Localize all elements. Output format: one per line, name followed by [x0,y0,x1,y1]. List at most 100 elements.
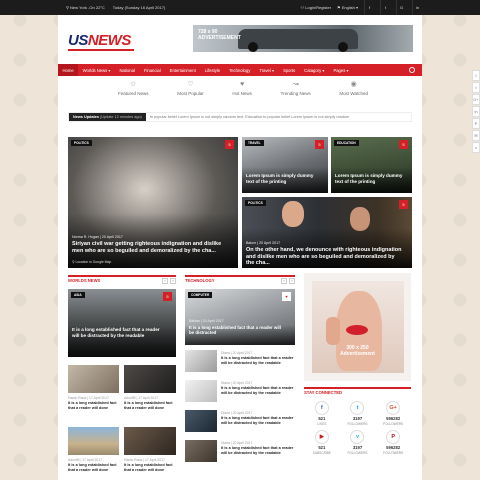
flag-badge: 5 [399,140,408,149]
category-badge[interactable]: POLITICS [245,200,266,206]
social-counters: f 521 LIKES t 3197 FOLLOWERS G+ 596282 FOLLOWE… [304,401,411,455]
nav-item-catagory[interactable]: Catagory ▾ [300,64,329,76]
next-arrow-icon[interactable]: › [170,277,176,284]
story-meta: Adonif5 | 17 April 2017 [68,458,103,462]
linkedin-icon[interactable]: in [412,0,422,15]
prev-arrow-icon[interactable]: ‹ [281,277,287,284]
twitter-icon: t [350,401,365,415]
story-title[interactable]: Lorem Ipsum is simply dummy text of the … [335,173,404,184]
worlds-feature-story[interactable]: ASIA 5 It is a long established fact tha… [68,289,176,357]
story-thumbnail[interactable] [68,427,119,455]
tab-most-watched[interactable]: ◉ Most Watched [339,81,368,103]
story-title[interactable]: It is a long established fact that a rea… [189,325,287,335]
heart-icon: ♥ [240,81,245,88]
tab-most-popular[interactable]: ♡ Most Popular [177,81,204,103]
location-text: ⚲ New York -On 22°C [66,5,105,10]
story-title[interactable]: On the other hand, we denounce with righ… [246,247,404,267]
hero-education-story[interactable]: EDUCATION 5 Lorem Ipsum is simply dummy … [331,137,412,193]
story-title[interactable]: It is a long established fact that a rea… [124,401,176,411]
nav-item-lifestyle[interactable]: Lifestyle [200,64,224,76]
ticker-label: News Updates (Update 12 minutes ago) [69,113,146,121]
facebook-share-icon[interactable]: f [472,70,480,81]
nav-item-technology[interactable]: Technology [225,64,255,76]
vimeo-share-icon[interactable]: v [472,142,480,153]
story-title[interactable]: It is a long established fact that a rea… [72,327,168,338]
social-vimeo[interactable]: v 3197 FOLLOWERS [340,430,376,455]
facebook-icon[interactable]: f [364,0,374,15]
site-logo[interactable]: USNEWS [68,32,134,51]
category-badge[interactable]: EDUCATION [334,140,359,146]
story-title[interactable]: It is a long established fact that a rea… [221,386,295,396]
story-thumbnail[interactable] [124,427,176,455]
nav-item-worlds-news[interactable]: Worlds News ▾ [78,64,115,76]
story-meta: Norma R. Hogan | 20 April 2017 [72,235,123,239]
nav-item-national[interactable]: National [115,64,139,76]
flag-badge: 5 [163,292,172,301]
story-thumbnail[interactable] [185,410,217,432]
search-icon[interactable] [409,67,415,73]
googleplus-icon: G+ [386,401,401,415]
story-title[interactable]: Lorem Ipsum is simply dummy text of the … [246,173,320,184]
top-advertisement[interactable]: 728 x 90 ADVERTISEMENT [193,25,413,52]
email-share-icon[interactable]: ✉ [472,130,480,141]
nav-item-entertainment[interactable]: Entertainment [165,64,200,76]
tab-trending-news[interactable]: ↝ Trending News [281,81,311,103]
linkedin-share-icon[interactable]: in [472,106,480,117]
story-title[interactable]: Siriyan civil war getting righteous indi… [72,241,230,254]
youtube-icon: ▶ [314,430,329,444]
social-youtube[interactable]: ▶ 521 SUBSCRIBE [304,430,340,455]
hero-politics-story[interactable]: POLITICS 5 Balum | 20 April 2017 On the … [242,197,412,268]
prev-arrow-icon[interactable]: ‹ [162,277,168,284]
pinterest-share-icon[interactable]: P [472,118,480,129]
next-arrow-icon[interactable]: › [289,277,295,284]
social-pinterest[interactable]: P 596282 FOLLOWERS [375,430,411,455]
story-thumbnail[interactable] [68,365,119,393]
nav-item-sports[interactable]: Sports [279,64,300,76]
twitter-icon[interactable]: t [380,0,390,15]
flag-badge: 5 [315,140,324,149]
nav-item-financial[interactable]: Financial [139,64,165,76]
social-facebook[interactable]: f 521 LIKES [304,401,340,426]
story-thumbnail[interactable] [185,440,217,462]
heart-icon[interactable]: ♥ [282,292,291,301]
location-link[interactable]: ⚲ Location in Google Map [72,260,111,264]
pinterest-icon: P [386,430,401,444]
googleplus-share-icon[interactable]: G+ [472,94,480,105]
tab-hot-news[interactable]: ♥ Hot News [232,81,252,103]
story-thumbnail[interactable] [124,365,176,393]
category-badge[interactable]: COMPUTER [188,292,213,298]
story-title[interactable]: It is a long established fact that a rea… [221,356,295,366]
story-thumbnail[interactable] [185,380,217,402]
vimeo-icon: v [350,430,365,444]
twitter-share-icon[interactable]: t [472,82,480,93]
story-meta: Hardu Raua | 17 April 2017 [124,458,165,462]
social-googleplus[interactable]: G+ 596282 FOLLOWERS [375,401,411,426]
hero-main-story[interactable]: POLITICS 5 Norma R. Hogan | 20 April 201… [68,137,238,268]
language-select[interactable]: ⚑ English ▾ [337,5,358,10]
news-ticker: News Updates (Update 12 minutes ago) to … [68,112,412,122]
nav-item-travel[interactable]: Travel ▾ [255,64,279,76]
story-title[interactable]: It is a long established fact that a rea… [68,401,120,411]
category-badge[interactable]: POLITICS [71,140,92,146]
story-meta: Hardu Raua | 17 April 2017 [68,396,109,400]
story-title[interactable]: It is a long established fact that a rea… [221,446,295,456]
story-meta: Diana | 20 April 2017 [221,411,253,415]
googleplus-icon[interactable]: G [396,0,406,15]
tech-feature-story[interactable]: COMPUTER ♥ Balitas | 20 April 2017 It is… [185,289,295,345]
feature-tabs: ☆ Featured News ♡ Most Popular ♥ Hot News ↝… [118,81,368,103]
nav-item-pages[interactable]: Pages ▾ [329,64,353,76]
story-title[interactable]: It is a long established fact that a rea… [124,463,176,473]
tab-featured-news[interactable]: ☆ Featured News [118,81,149,103]
ticker-message[interactable]: to popular belief Lorem Ipsum is not sim… [146,115,349,119]
story-thumbnail[interactable] [185,350,217,372]
nav-item-home[interactable]: Home [58,64,79,76]
story-title[interactable]: It is a long established fact that a rea… [221,416,295,426]
category-badge[interactable]: ASIA [71,292,85,298]
story-title[interactable]: It is a long established fact that a rea… [68,463,120,473]
login-link[interactable]: ⚇ Login/Register [301,5,332,10]
hero-travel-story[interactable]: TRAVEL 5 Lorem Ipsum is simply dummy tex… [242,137,328,193]
section-head-stay-connected: STAY CONNECTED [304,387,411,396]
social-twitter[interactable]: t 3197 FOLLOWERS [340,401,376,426]
category-badge[interactable]: TRAVEL [245,140,264,146]
sidebar-advertisement[interactable]: 300 x 250 Advertisement [304,273,411,381]
